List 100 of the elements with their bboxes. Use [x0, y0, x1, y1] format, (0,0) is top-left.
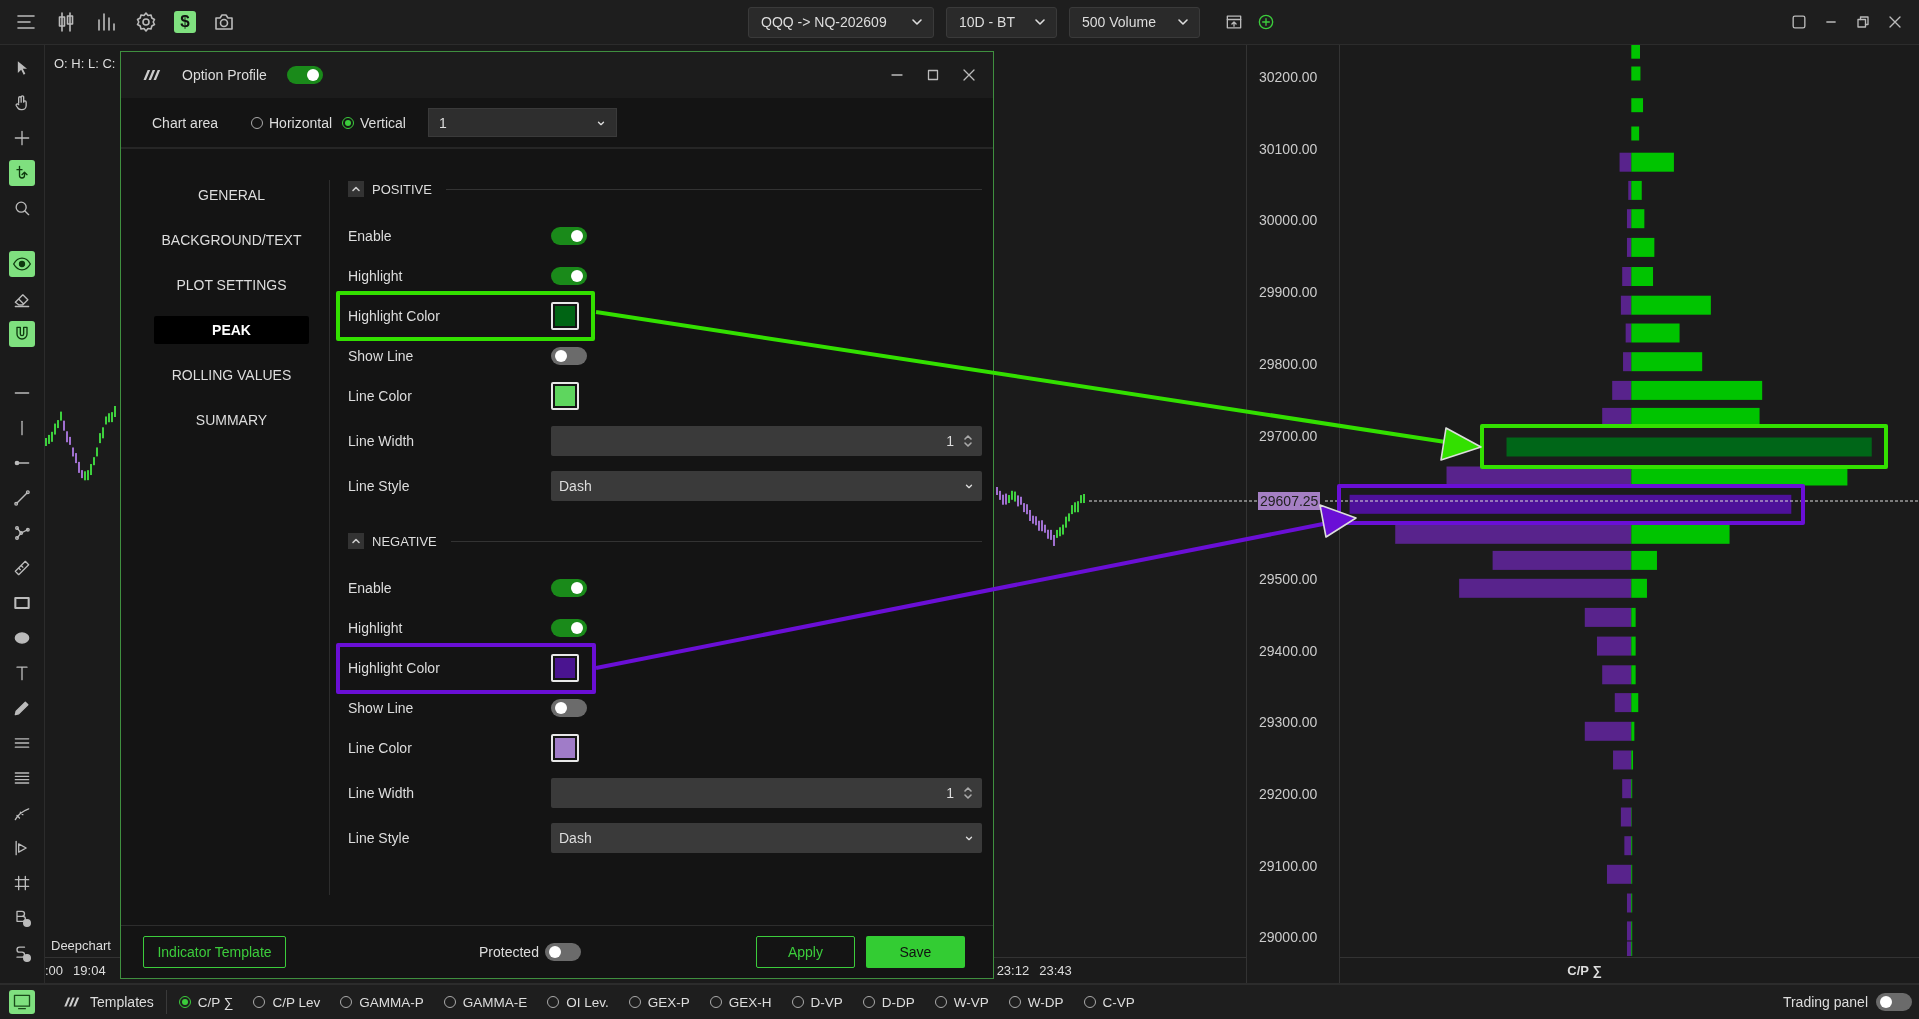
toggle-switch[interactable]	[1876, 993, 1912, 1011]
trading-panel-label: Trading panel	[1782, 994, 1868, 1010]
close-icon[interactable]	[961, 67, 977, 83]
current-price-label: 29607.25	[1258, 492, 1321, 510]
price-label: 29100.00	[1259, 856, 1318, 875]
toggle-switch[interactable]	[551, 227, 587, 245]
template-radio[interactable]: GAMMA-E	[443, 994, 528, 1010]
template-radio[interactable]: OI Lev.	[547, 994, 609, 1010]
setting-label: Highlight Color	[348, 660, 441, 676]
dialog-title: Option Profile	[182, 67, 267, 83]
setting-label: Show Line	[348, 700, 415, 716]
add-icon[interactable]	[1256, 12, 1276, 32]
apply-button[interactable]: Apply	[755, 936, 855, 968]
dollar-button[interactable]: $	[174, 11, 196, 33]
templates-label: Templates	[90, 994, 154, 1010]
price-label: 29500.00	[1259, 569, 1318, 588]
color-swatch[interactable]	[551, 382, 579, 410]
nav-item[interactable]: SUMMARY	[154, 406, 309, 434]
nav-item[interactable]: ROLLING VALUES	[154, 361, 309, 389]
section-title: NEGATIVE	[372, 533, 437, 549]
setting-label: Line Color	[348, 740, 413, 756]
ohlc-label: O: H: L: C:	[54, 56, 116, 71]
template-radio[interactable]: W-VP	[934, 994, 989, 1010]
tool-icon[interactable]	[9, 320, 35, 347]
line-style-select[interactable]: Dash	[551, 471, 982, 501]
section-title: POSITIVE	[372, 181, 432, 197]
time-label: 19:04	[73, 963, 106, 978]
toggle-switch[interactable]	[551, 347, 587, 365]
price-label: 29800.00	[1259, 354, 1318, 373]
nav-item[interactable]: GENERAL	[154, 181, 309, 209]
time-label: 23:43	[1039, 963, 1072, 978]
caret-icon	[964, 481, 974, 491]
caret-icon	[1034, 16, 1046, 28]
setting-label: Line Width	[348, 433, 416, 449]
caret-icon	[964, 833, 974, 843]
toggle-switch[interactable]	[544, 943, 581, 961]
caret-icon	[1177, 16, 1189, 28]
dropdown[interactable]: QQQ -> NQ-202609	[748, 6, 934, 38]
tool-icon[interactable]	[9, 250, 35, 277]
collapse-icon[interactable]	[348, 533, 364, 549]
template-radio[interactable]: GAMMA-P	[340, 994, 424, 1010]
toggle-switch[interactable]	[551, 619, 587, 637]
template-radio[interactable]: C/P ∑	[178, 994, 234, 1010]
price-label: 30000.00	[1259, 211, 1318, 230]
line-style-select[interactable]: Dash	[551, 823, 982, 853]
profile-title: C/P ∑	[1567, 963, 1602, 978]
monitor-icon[interactable]	[9, 990, 35, 1014]
time-label: 23:12	[996, 963, 1030, 978]
setting-label: Enable	[348, 228, 393, 244]
dropdown[interactable]: 10D - BT	[946, 6, 1057, 38]
setting-label: Highlight Color	[348, 308, 441, 324]
setting-label: Show Line	[348, 348, 415, 364]
template-radio[interactable]: GEX-P	[628, 994, 690, 1010]
nav-item[interactable]: BACKGROUND/TEXT	[154, 226, 309, 254]
toggle-switch[interactable]	[551, 267, 587, 285]
time-label: :00	[45, 963, 64, 978]
price-label: 29200.00	[1259, 785, 1318, 803]
radio-option[interactable]: Vertical	[342, 114, 406, 131]
number-field[interactable]: 1	[551, 426, 982, 456]
price-label: 29000.00	[1259, 928, 1318, 947]
setting-label: Highlight	[348, 268, 404, 284]
setting-label: Line Style	[348, 478, 411, 494]
setting-label: Highlight	[348, 620, 404, 636]
template-radio[interactable]: C/P Lev	[253, 994, 321, 1010]
indicator-template-button[interactable]: Indicator Template	[143, 936, 286, 968]
setting-label: Line Width	[348, 785, 416, 801]
toggle-switch[interactable]	[286, 66, 323, 84]
template-radio[interactable]: W-DP	[1008, 994, 1064, 1010]
template-radio[interactable]: GEX-H	[709, 994, 772, 1010]
price-label: 29400.00	[1259, 641, 1318, 660]
setting-label: Line Style	[348, 830, 411, 846]
maximize-icon[interactable]	[925, 67, 941, 83]
logo-icon	[62, 996, 80, 1008]
study-label: Deepchart	[51, 938, 111, 953]
dropdown[interactable]: 500 Volume	[1069, 6, 1200, 38]
nav-item[interactable]: PEAK	[154, 316, 309, 344]
price-label: 29900.00	[1259, 283, 1318, 302]
tool-icon[interactable]	[9, 159, 35, 186]
toggle-switch[interactable]	[551, 699, 587, 717]
setting-label: Line Color	[348, 388, 413, 404]
template-radio[interactable]: D-VP	[791, 994, 843, 1010]
color-swatch[interactable]	[551, 654, 579, 682]
collapse-icon[interactable]	[348, 181, 364, 197]
radio-option[interactable]: Horizontal	[251, 114, 333, 131]
chart-area-label: Chart area	[152, 114, 220, 131]
price-label: 29300.00	[1259, 713, 1318, 732]
price-label: 30200.00	[1259, 68, 1318, 86]
pane-select[interactable]: 1	[427, 108, 617, 137]
setting-label: Enable	[348, 580, 393, 596]
save-button[interactable]: Save	[865, 936, 965, 968]
protected-label: Protected	[479, 944, 539, 960]
color-swatch[interactable]	[551, 734, 579, 762]
caret-icon	[911, 16, 923, 28]
template-radio[interactable]: C-VP	[1083, 994, 1135, 1010]
settings-icon[interactable]	[134, 10, 158, 34]
template-radio[interactable]: D-DP	[862, 994, 915, 1010]
color-swatch[interactable]	[551, 302, 579, 330]
nav-item[interactable]: PLOT SETTINGS	[154, 271, 309, 299]
toggle-switch[interactable]	[551, 579, 587, 597]
number-field[interactable]: 1	[551, 778, 982, 808]
